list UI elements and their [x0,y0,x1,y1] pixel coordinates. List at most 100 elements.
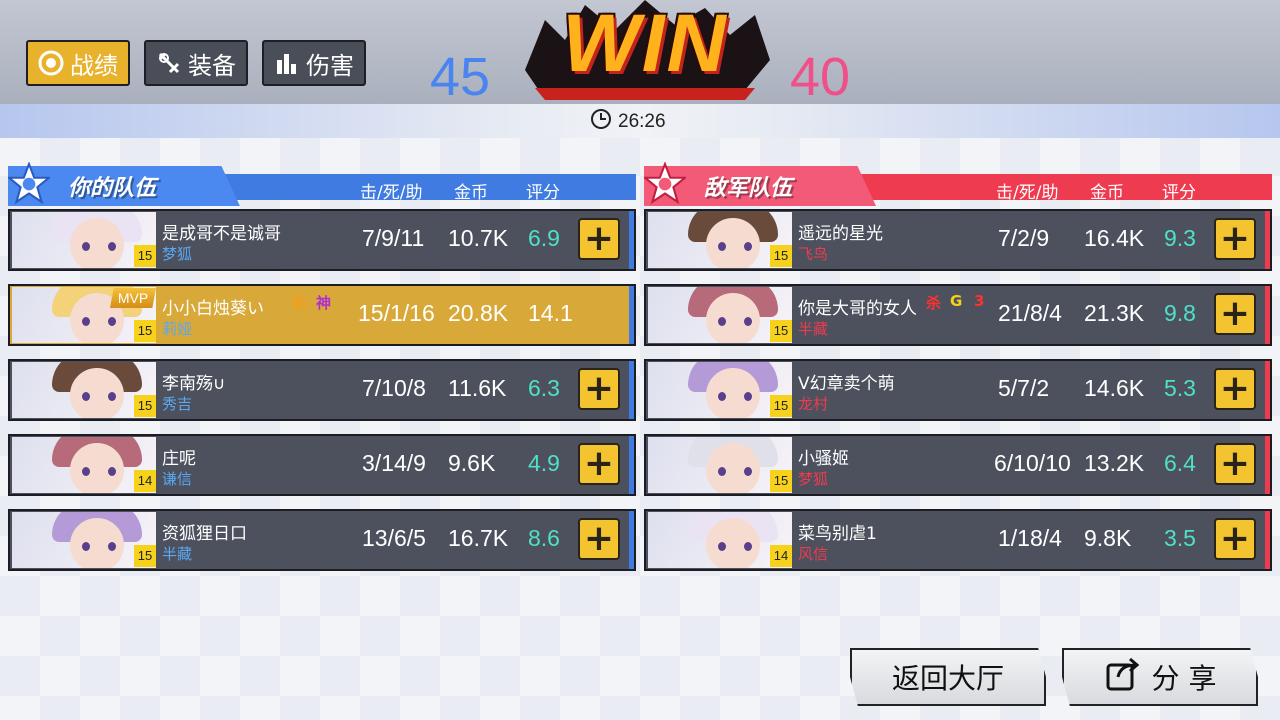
back-to-lobby-button[interactable]: 返回大厅 [850,648,1046,706]
enemy-player-row: 15 你是大哥的女人 半藏 21/8/4 21.3K 9.8 + 杀 G 3 [644,284,1272,346]
portrait-face [70,518,124,568]
portrait-eye [108,242,116,251]
ally-player-row: 15 是成哥不是诚哥 梦狐 7/9/11 10.7K 6.9 + [8,209,636,271]
add-friend-button[interactable]: + [578,368,620,410]
player-name: 你是大哥的女人 [798,299,917,319]
hero-name: 梦狐 [798,470,829,488]
tab-damage-label: 伤害 [306,51,354,80]
player-gold: 13.2K [1084,450,1145,476]
tab-equipment-label: 装备 [188,51,236,80]
hero-level: 15 [770,470,792,492]
portrait-face [70,443,124,493]
player-name: 小骚姬 [798,449,849,469]
player-name: 小小白烛葵い [162,299,264,319]
team-color-edge [629,211,634,269]
portrait-eye [744,467,752,476]
portrait-eye [718,392,726,401]
ally-player-row: 15 李南殇∪ 秀吉 7/10/8 11.6K 6.3 + [8,359,636,421]
hero-level: 14 [134,470,156,492]
player-name: 庄呢 [162,449,196,469]
player-rating: 8.6 [528,525,560,551]
player-gold: 16.4K [1084,225,1145,251]
add-friend-button[interactable]: + [578,443,620,485]
bar-chart-icon [274,50,300,76]
player-rating: 6.3 [528,375,560,401]
tab-damage[interactable]: 伤害 [262,40,366,86]
player-name: V幻章卖个萌 [798,374,895,394]
tab-record-label: 战绩 [70,51,118,80]
player-rating: 4.9 [528,450,560,476]
team-color-edge [1265,436,1270,494]
achievement-badge: G [950,292,963,310]
star-icon [8,162,50,204]
tab-record[interactable]: 战绩 [26,40,130,86]
portrait-eye [744,392,752,401]
ally-team-title: 你的队伍 [68,176,157,201]
add-friend-button[interactable]: + [578,218,620,260]
portrait-eye [744,317,752,326]
portrait-eye [718,317,726,326]
portrait-eye [718,542,726,551]
enemy-col-kda: 击/死/助 [996,183,1059,203]
mvp-badge: MVP [110,288,156,308]
hero-level: 14 [770,545,792,567]
player-kda: 13/6/5 [362,525,426,551]
add-friend-button[interactable]: + [1214,443,1256,485]
add-friend-button[interactable]: + [1214,218,1256,260]
add-friend-button[interactable]: + [1214,293,1256,335]
portrait-face [706,218,760,268]
enemy-player-row: 15 V幻章卖个萌 龙村 5/7/2 14.6K 5.3 + [644,359,1272,421]
player-gold: 20.8K [448,300,509,326]
portrait-face [706,518,760,568]
player-name: 资狐狸日口 [162,524,247,544]
hero-level: 15 [770,320,792,342]
target-icon [38,50,64,76]
add-friend-button[interactable]: + [578,518,620,560]
win-title: WIN [562,0,728,89]
player-name: 李南殇∪ [162,374,226,394]
portrait-eye [108,467,116,476]
hero-name: 秀吉 [162,395,193,413]
hero-level: 15 [134,245,156,267]
player-name: 遥远的星光 [798,224,883,244]
ally-player-row: 15 小小白烛葵い 莉娅 15/1/16 20.8K 14.1 MVP 助神 [8,284,636,346]
portrait-face [70,368,124,418]
star-icon [644,162,686,204]
enemy-score: 40 [790,47,851,107]
ally-col-kda: 击/死/助 [360,183,423,203]
ally-col-gold: 金币 [454,183,488,203]
portrait-eye [718,467,726,476]
ally-player-row: 14 庄呢 谦信 3/14/9 9.6K 4.9 + [8,434,636,496]
portrait-eye [82,542,90,551]
match-timer: 26:26 [590,109,666,134]
hero-level: 15 [134,545,156,567]
share-button[interactable]: 分 享 [1062,648,1258,706]
tab-equipment[interactable]: 装备 [144,40,248,86]
player-kda: 5/7/2 [998,375,1050,401]
player-gold: 9.8K [1084,525,1132,551]
player-gold: 16.7K [448,525,509,551]
portrait-eye [718,242,726,251]
portrait-eye [82,467,90,476]
portrait-face [706,293,760,343]
enemy-col-gold: 金币 [1090,183,1124,203]
hero-name: 谦信 [162,470,193,488]
share-label: 分 享 [1151,662,1217,695]
enemy-player-row: 14 菜鸟别虐1 风信 1/18/4 9.8K 3.5 + [644,509,1272,571]
ally-col-rating: 评分 [526,183,560,203]
add-friend-button[interactable]: + [1214,518,1256,560]
player-kda: 15/1/16 [358,300,435,326]
player-gold: 14.6K [1084,375,1145,401]
hero-name: 莉娅 [162,320,193,338]
player-kda: 1/18/4 [998,525,1062,551]
team-color-edge [629,286,634,344]
hero-name: 梦狐 [162,245,193,263]
achievement-badge: 神 [316,294,332,312]
team-color-edge [1265,286,1270,344]
portrait-face [70,218,124,268]
team-color-edge [629,511,634,569]
add-friend-button[interactable]: + [1214,368,1256,410]
hero-name: 半藏 [798,320,829,338]
portrait-eye [82,392,90,401]
portrait-eye [744,242,752,251]
